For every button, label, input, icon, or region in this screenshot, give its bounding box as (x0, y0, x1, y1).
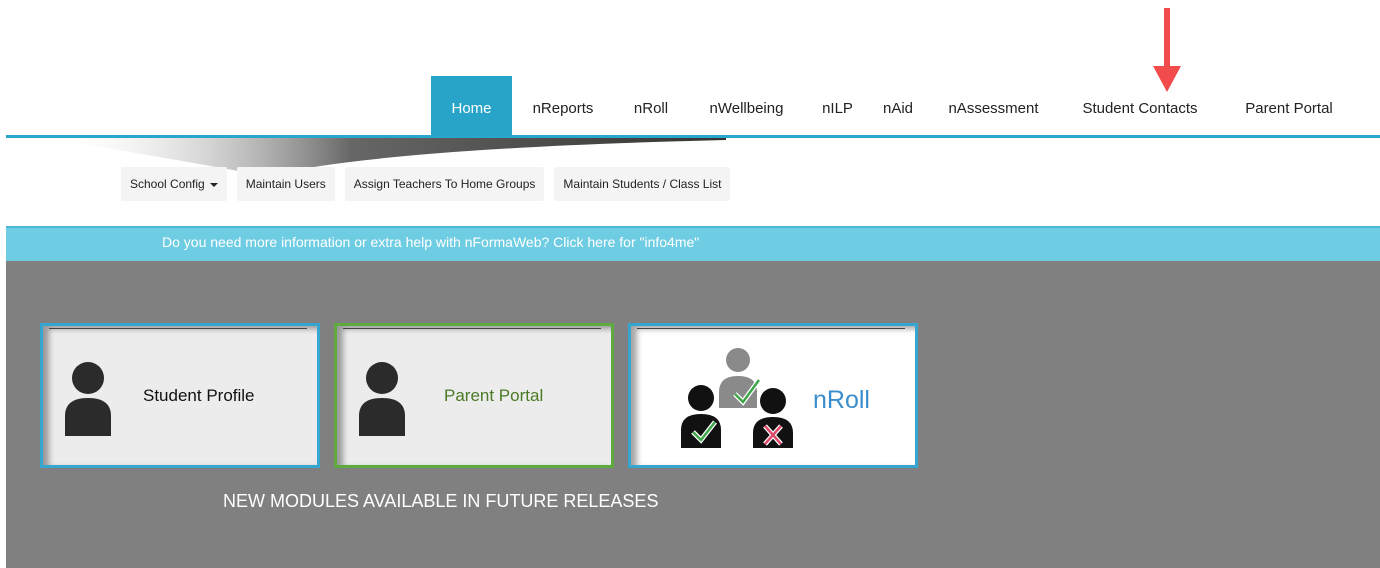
info-banner: Do you need more information or extra he… (6, 226, 1380, 261)
nav-home[interactable]: Home (431, 76, 512, 136)
top-nav: Home nReports nRoll nWellbeing nILP nAid… (431, 76, 1359, 136)
nav-naid[interactable]: nAid (870, 76, 926, 136)
maintain-students-button[interactable]: Maintain Students / Class List (554, 167, 731, 201)
person-icon (65, 362, 111, 436)
nav-nreports[interactable]: nReports (512, 76, 614, 136)
nav-nwellbeing[interactable]: nWellbeing (688, 76, 805, 136)
module-tile-student-profile[interactable]: Student Profile (40, 323, 320, 468)
info4me-link[interactable]: Do you need more information or extra he… (162, 234, 699, 250)
tile-label: Student Profile (143, 386, 255, 405)
sub-nav: School Config Maintain Users Assign Teac… (121, 167, 731, 201)
modules-area: Student Profile Parent Portal nRoll NEW … (6, 261, 1380, 568)
tile-label: nRoll (813, 386, 870, 414)
tile-top-line (49, 328, 307, 329)
school-config-dropdown[interactable]: School Config (121, 167, 227, 201)
school-config-label: School Config (130, 177, 205, 191)
future-modules-notice: NEW MODULES AVAILABLE IN FUTURE RELEASES (223, 491, 659, 511)
tile-top-line (637, 328, 905, 329)
tile-label: Parent Portal (444, 386, 544, 405)
caret-down-icon (209, 183, 218, 187)
module-tile-nroll[interactable]: nRoll (628, 323, 918, 468)
arrow-down-icon (1153, 8, 1181, 92)
tile-top-line (343, 328, 601, 329)
nav-parent-portal[interactable]: Parent Portal (1219, 76, 1359, 136)
nav-nassessment[interactable]: nAssessment (926, 76, 1061, 136)
assign-teachers-button[interactable]: Assign Teachers To Home Groups (344, 167, 545, 201)
nav-nilp[interactable]: nILP (805, 76, 870, 136)
nav-nroll[interactable]: nRoll (614, 76, 688, 136)
person-icon (359, 362, 405, 436)
nav-student-contacts[interactable]: Student Contacts (1061, 76, 1219, 136)
maintain-users-button[interactable]: Maintain Users (236, 167, 335, 201)
module-tile-parent-portal[interactable]: Parent Portal (334, 323, 614, 468)
roll-call-icon (681, 348, 793, 448)
